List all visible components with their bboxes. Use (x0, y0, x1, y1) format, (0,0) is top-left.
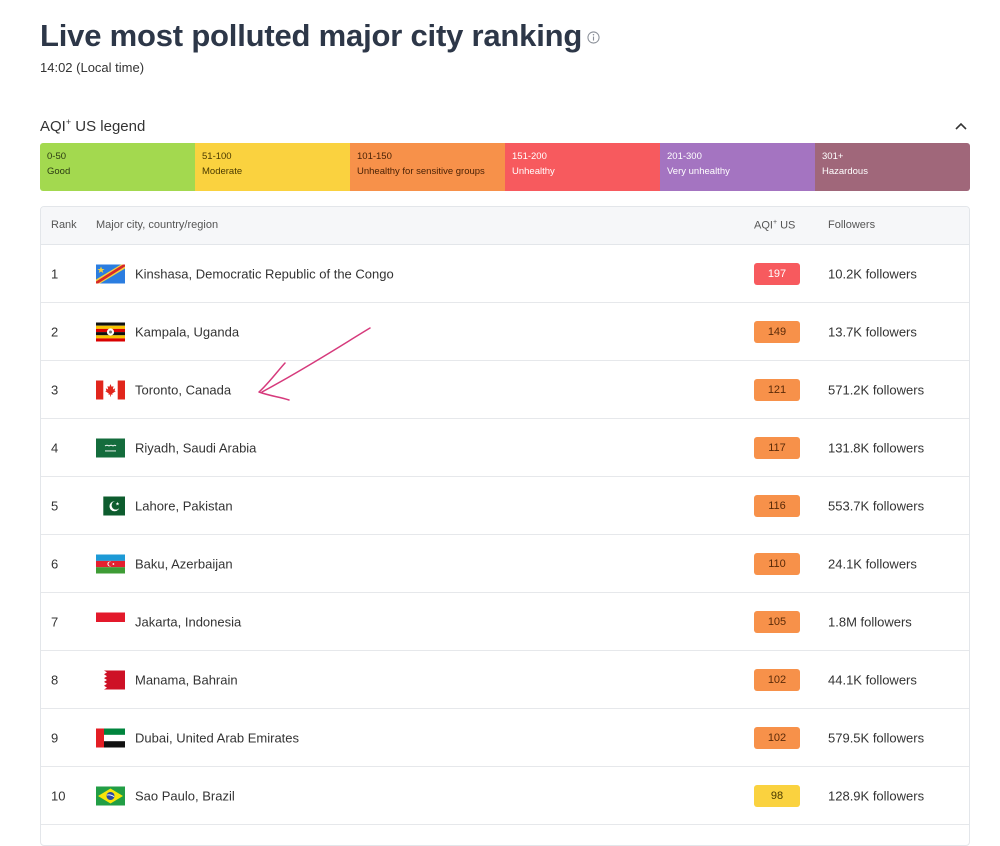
legend-segment: 101-150 Unhealthy for sensitive groups (350, 143, 505, 191)
legend-label: Good (47, 166, 71, 177)
legend-label: Moderate (202, 166, 243, 177)
aqi-badge: 105 (754, 610, 800, 633)
table-row[interactable]: 5 Lahore, Pakistan 116 553.7K followers (41, 477, 969, 535)
table-row[interactable]: 10 Sao Paulo, Brazil 98 128.9K followers (41, 767, 969, 825)
followers-count: 571.2K followers (828, 382, 925, 397)
azerbaijan-flag-icon (96, 554, 125, 573)
aqi-badge: 102 (754, 668, 800, 691)
canada-flag-icon (96, 380, 125, 399)
rank-number: 10 (51, 788, 66, 803)
followers-count: 553.7K followers (828, 498, 925, 513)
table-row[interactable]: 3 Toronto, Canada 121 571.2K followers (41, 361, 969, 419)
followers-count: 24.1K followers (828, 556, 917, 571)
rank-number: 1 (51, 266, 59, 281)
aqi-badge: 98 (754, 784, 800, 807)
city-name-link[interactable]: Dubai, United Arab Emirates (135, 730, 299, 745)
aqi-badge: 117 (754, 436, 800, 459)
legend-title: AQI+ US legend (40, 117, 146, 135)
drc-flag-icon (96, 264, 125, 283)
header-city: Major city, country/region (96, 219, 219, 231)
table-body: 1 Kinshasa, Democratic Republic of the C… (41, 245, 969, 825)
followers-count: 44.1K followers (828, 672, 917, 687)
legend-range: 101-150 (357, 151, 392, 162)
header-followers: Followers (828, 219, 876, 231)
followers-count: 1.8M followers (828, 614, 912, 629)
city-name-link[interactable]: Baku, Azerbaijan (135, 556, 233, 571)
aqi-badge: 116 (754, 494, 800, 517)
rank-number: 7 (51, 614, 59, 629)
legend-label: Unhealthy (512, 166, 555, 177)
brazil-flag-icon (96, 786, 125, 805)
header-aqi: AQI+ US (754, 219, 796, 232)
table-row[interactable]: 2 Kampala, Uganda 149 13.7K followers (41, 303, 969, 361)
rank-number: 8 (51, 672, 59, 687)
city-name-link[interactable]: Sao Paulo, Brazil (135, 788, 235, 803)
aqi-badge: 121 (754, 378, 800, 401)
local-time: 14:02 (Local time) (40, 60, 145, 75)
table-row[interactable]: 9 Dubai, United Arab Emirates 102 579.5K f… (41, 709, 969, 767)
legend-label: Unhealthy for sensitive groups (357, 166, 485, 177)
legend-range: 0-50 (47, 151, 67, 162)
table-row[interactable]: 4 Riyadh, Saudi Arabia 117 131.8K follower… (41, 419, 969, 477)
aqi-badge: 149 (754, 320, 800, 343)
legend-range: 301+ (822, 151, 844, 162)
table-row[interactable]: 8 Manama, Bahrain 102 44.1K followers (41, 651, 969, 709)
followers-count: 131.8K followers (828, 440, 925, 455)
table-header: Rank Major city, country/region AQI+ US … (41, 207, 969, 245)
city-name-link[interactable]: Kampala, Uganda (135, 324, 239, 339)
legend-range: 151-200 (512, 151, 547, 162)
legend-range: 201-300 (667, 151, 702, 162)
legend-segment: 201-300 Very unhealthy (660, 143, 815, 191)
bahrain-flag-icon (96, 670, 125, 689)
aqi-badge: 110 (754, 552, 800, 575)
header-rank: Rank (51, 219, 77, 231)
city-ranking-table: Rank Major city, country/region AQI+ US … (40, 206, 970, 846)
saudi-flag-icon (96, 438, 125, 457)
legend-segment: 151-200 Unhealthy (505, 143, 660, 191)
legend-label: Very unhealthy (667, 166, 730, 177)
indonesia-flag-icon (96, 612, 125, 631)
aqi-legend-bar: 0-50 Good 51-100 Moderate 101-150 Unhealthy f… (40, 143, 970, 191)
info-icon[interactable] (587, 31, 600, 44)
page-header: Live most polluted major city ranking (40, 16, 600, 56)
followers-count: 579.5K followers (828, 730, 925, 745)
rank-number: 9 (51, 730, 59, 745)
rank-number: 3 (51, 382, 59, 397)
city-name-link[interactable]: Manama, Bahrain (135, 672, 238, 687)
aqi-badge: 197 (754, 262, 800, 285)
rank-number: 2 (51, 324, 59, 339)
page-title: Live most polluted major city ranking (40, 18, 583, 53)
city-name-link[interactable]: Toronto, Canada (135, 382, 231, 397)
legend-label: Hazardous (822, 166, 868, 177)
city-name-link[interactable]: Lahore, Pakistan (135, 498, 233, 513)
legend-segment: 301+ Hazardous (815, 143, 970, 191)
rank-number: 6 (51, 556, 59, 571)
followers-count: 128.9K followers (828, 788, 925, 803)
aqi-badge: 102 (754, 726, 800, 749)
table-row[interactable]: 1 Kinshasa, Democratic Republic of the C… (41, 245, 969, 303)
city-name-link[interactable]: Kinshasa, Democratic Republic of the Con… (135, 266, 394, 281)
table-row[interactable]: 7 Jakarta, Indonesia 105 1.8M followers (41, 593, 969, 651)
pakistan-flag-icon (96, 496, 125, 515)
city-name-link[interactable]: Jakarta, Indonesia (135, 614, 241, 629)
uae-flag-icon (96, 728, 125, 747)
legend-segment: 0-50 Good (40, 143, 195, 191)
city-name-link[interactable]: Riyadh, Saudi Arabia (135, 440, 256, 455)
legend-range: 51-100 (202, 151, 232, 162)
legend-segment: 51-100 Moderate (195, 143, 350, 191)
uganda-flag-icon (96, 322, 125, 341)
followers-count: 13.7K followers (828, 324, 917, 339)
table-row[interactable]: 6 Baku, Azerbaijan 110 24.1K followers (41, 535, 969, 593)
aqi-legend-header[interactable]: AQI+ US legend (40, 117, 970, 137)
followers-count: 10.2K followers (828, 266, 917, 281)
rank-number: 5 (51, 498, 59, 513)
chevron-up-icon[interactable] (954, 119, 968, 133)
rank-number: 4 (51, 440, 59, 455)
